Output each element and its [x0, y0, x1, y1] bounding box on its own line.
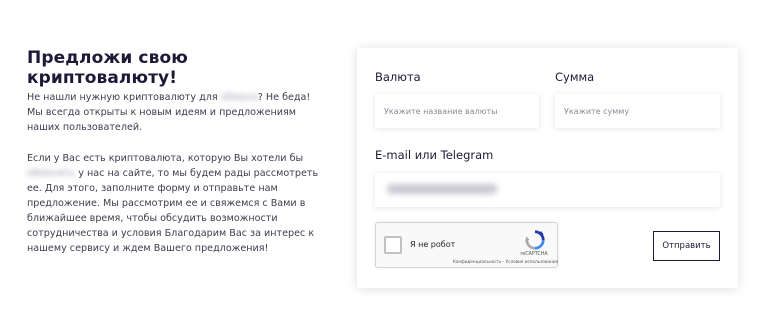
amount-label: Сумма — [555, 70, 595, 84]
amount-input[interactable] — [555, 94, 720, 128]
page-title: Предложи свою криптовалюту! — [27, 48, 188, 88]
recaptcha-widget: Я не робот reCAPTCHA Конфиденциальность … — [375, 222, 558, 268]
recaptcha-checkbox[interactable] — [384, 236, 402, 254]
recaptcha-brand: reCAPTCHA — [520, 252, 548, 257]
intro-text-start: Не нашли нужную криптовалюту для — [27, 92, 221, 103]
contact-label: E-mail или Telegram — [375, 148, 494, 162]
currency-label: Валюта — [375, 70, 421, 84]
submit-button[interactable]: Отправить — [653, 231, 720, 261]
blurred-word: обменять — [27, 168, 76, 179]
details-paragraph: Если у Вас есть криптовалюта, которую Вы… — [27, 151, 327, 256]
blurred-contact-value — [387, 184, 497, 194]
details-text-start: Если у Вас есть криптовалюта, которую Вы… — [27, 153, 304, 164]
blurred-site-name: обменa — [220, 92, 258, 103]
intro-section: Предложи свою криптовалюту! Не нашли нуж… — [27, 48, 327, 254]
recaptcha-links[interactable]: Конфиденциальность - Условия использован… — [434, 259, 558, 264]
intro-paragraph: Не нашли нужную криптовалюту для обменa?… — [27, 90, 317, 135]
recaptcha-logo-icon — [524, 230, 545, 250]
recaptcha-checkbox-label: Я не робот — [410, 240, 456, 249]
currency-input[interactable] — [375, 94, 539, 128]
